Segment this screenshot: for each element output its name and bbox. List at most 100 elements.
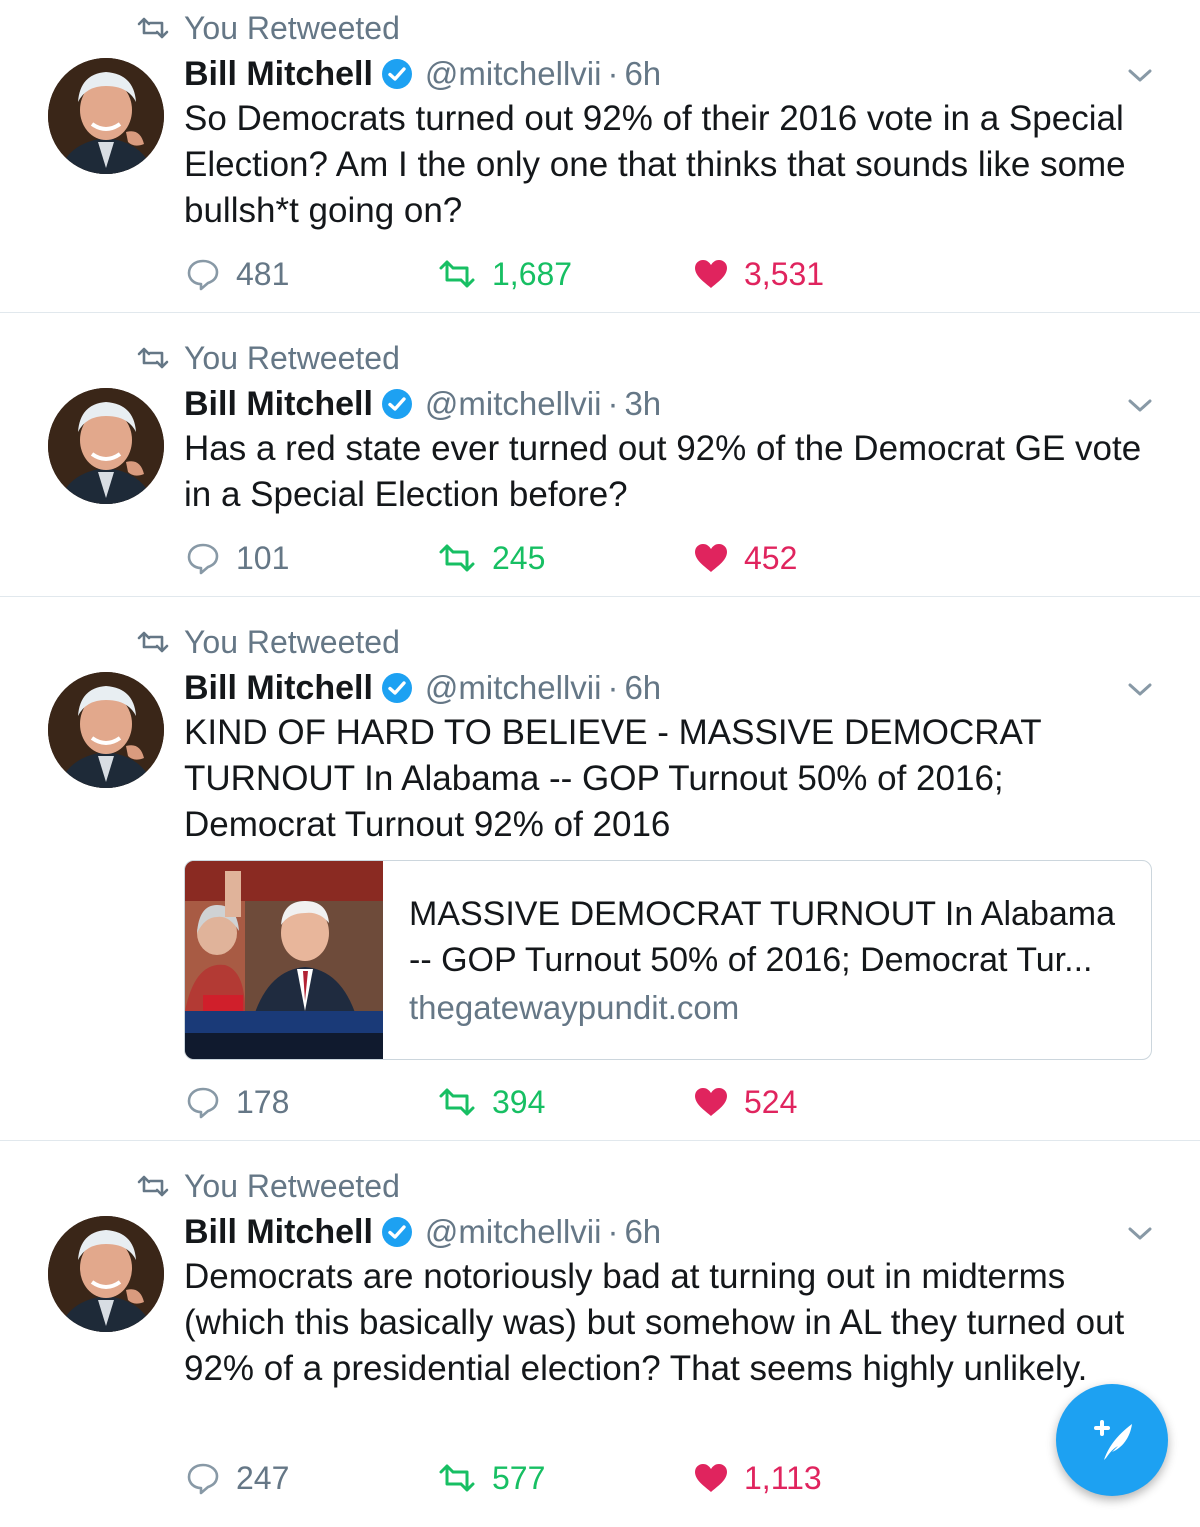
display-name[interactable]: Bill Mitchell [184,669,373,708]
like-count: 3,531 [744,255,825,292]
like-button[interactable]: 452 [694,538,797,578]
separator-dot: · [607,1213,619,1250]
separator-dot: · [607,55,619,92]
retweet-count: 394 [492,1083,546,1120]
retweet-count: 245 [492,539,546,576]
tweet-header: Bill Mitchell @mitchellvii · 6h [184,1210,661,1254]
reply-icon [187,1087,219,1119]
retweet-context: You Retweeted [136,1168,400,1204]
heart-filled-icon [695,260,727,288]
tweet-header: Bill Mitchell @mitchellvii · 3h [184,382,661,426]
link-preview-card[interactable]: MASSIVE DEMOCRAT TURNOUT In Alabama -- G… [184,860,1152,1060]
tweet-text: Democrats are notoriously bad at turning… [184,1257,1125,1388]
tweet-text: Has a red state ever turned out 92% of t… [184,429,1142,514]
avatar-photo [48,58,164,174]
user-handle[interactable]: @mitchellvii [425,669,602,707]
retweet-small-icon [137,17,169,39]
separator-dot: · [607,385,619,422]
avatar[interactable] [48,672,164,788]
chevron-down-icon[interactable] [1126,1224,1154,1244]
tweet[interactable]: You Retweeted Bill Mitchell @mitchellvii… [0,1140,1200,1526]
heart-filled-icon [695,1088,727,1116]
like-button[interactable]: 3,531 [694,254,824,294]
avatar[interactable] [48,1216,164,1332]
card-thumbnail-image [185,861,383,1059]
like-button[interactable]: 1,113 [694,1458,822,1498]
retweet-button[interactable]: 394 [438,1082,545,1122]
verified-badge-icon [381,389,412,419]
tweet[interactable]: You Retweeted Bill Mitchell @mitchellvii… [0,0,1200,313]
heart-filled-icon [695,1464,727,1492]
tweet-actions: 178 394 524 [184,1082,884,1122]
tweet-text: KIND OF HARD TO BELIEVE - MASSIVE DEMOCR… [184,713,1042,844]
avatar[interactable] [48,58,164,174]
avatar-photo [48,388,164,504]
retweet-count: 1,687 [492,255,573,292]
timestamp[interactable]: 6h [624,669,661,707]
reply-icon [187,1463,219,1495]
reply-button[interactable]: 481 [186,254,289,294]
avatar-photo [48,1216,164,1332]
reply-button[interactable]: 178 [186,1082,289,1122]
user-handle[interactable]: @mitchellvii [425,55,602,93]
retweet-icon [439,1088,475,1116]
verified-badge-icon [381,673,412,703]
like-count: 1,113 [744,1459,822,1496]
reply-icon [187,543,219,575]
compose-tweet-button[interactable] [1056,1384,1168,1496]
chevron-down-icon[interactable] [1126,66,1154,86]
reply-count: 247 [236,1459,290,1496]
retweet-context: You Retweeted [136,624,400,660]
tweet[interactable]: You Retweeted Bill Mitchell @mitchellvii… [0,312,1200,597]
retweet-button[interactable]: 577 [438,1458,545,1498]
separator-dot: · [607,669,619,706]
avatar[interactable] [48,388,164,504]
retweet-button[interactable]: 245 [438,538,545,578]
timestamp[interactable]: 6h [624,55,661,93]
display-name[interactable]: Bill Mitchell [184,1213,373,1252]
card-title: MASSIVE DEMOCRAT TURNOUT In Alabama -- G… [409,895,1115,979]
like-count: 524 [744,1083,798,1120]
retweet-small-icon [137,1175,169,1197]
avatar-photo [48,672,164,788]
verified-badge-icon [381,59,412,89]
compose-tweet-icon [1094,1420,1132,1460]
retweet-icon [439,260,475,288]
timestamp[interactable]: 3h [624,385,661,423]
reply-count: 481 [236,255,290,292]
retweet-count: 577 [492,1459,546,1496]
retweet-context: You Retweeted [136,340,400,376]
heart-filled-icon [695,544,727,572]
user-handle[interactable]: @mitchellvii [425,1213,602,1251]
retweet-context-label: You Retweeted [184,339,400,376]
reply-button[interactable]: 101 [186,538,289,578]
reply-count: 101 [236,539,290,576]
retweet-context-label: You Retweeted [184,623,400,660]
retweet-small-icon [137,631,169,653]
reply-count: 178 [236,1083,290,1120]
card-domain: thegatewaypundit.com [409,989,740,1026]
display-name[interactable]: Bill Mitchell [184,385,373,424]
chevron-down-icon[interactable] [1126,680,1154,700]
tweet-actions: 247 577 1,113 [184,1458,884,1498]
tweet-text: So Democrats turned out 92% of their 201… [184,99,1126,230]
like-button[interactable]: 524 [694,1082,797,1122]
user-handle[interactable]: @mitchellvii [425,385,602,423]
chevron-down-icon[interactable] [1126,396,1154,416]
tweet-actions: 101 245 452 [184,538,884,578]
retweet-icon [439,1464,475,1492]
retweet-button[interactable]: 1,687 [438,254,572,294]
retweet-context-label: You Retweeted [184,1167,400,1204]
timestamp[interactable]: 6h [624,1213,661,1251]
reply-icon [187,259,219,291]
like-count: 452 [744,539,798,576]
tweet-header: Bill Mitchell @mitchellvii · 6h [184,666,661,710]
reply-button[interactable]: 247 [186,1458,289,1498]
retweet-context: You Retweeted [136,10,400,46]
tweet-header: Bill Mitchell @mitchellvii · 6h [184,52,661,96]
retweet-icon [439,544,475,572]
retweet-small-icon [137,347,169,369]
verified-badge-icon [381,1217,412,1247]
retweet-context-label: You Retweeted [184,9,400,46]
display-name[interactable]: Bill Mitchell [184,55,373,94]
